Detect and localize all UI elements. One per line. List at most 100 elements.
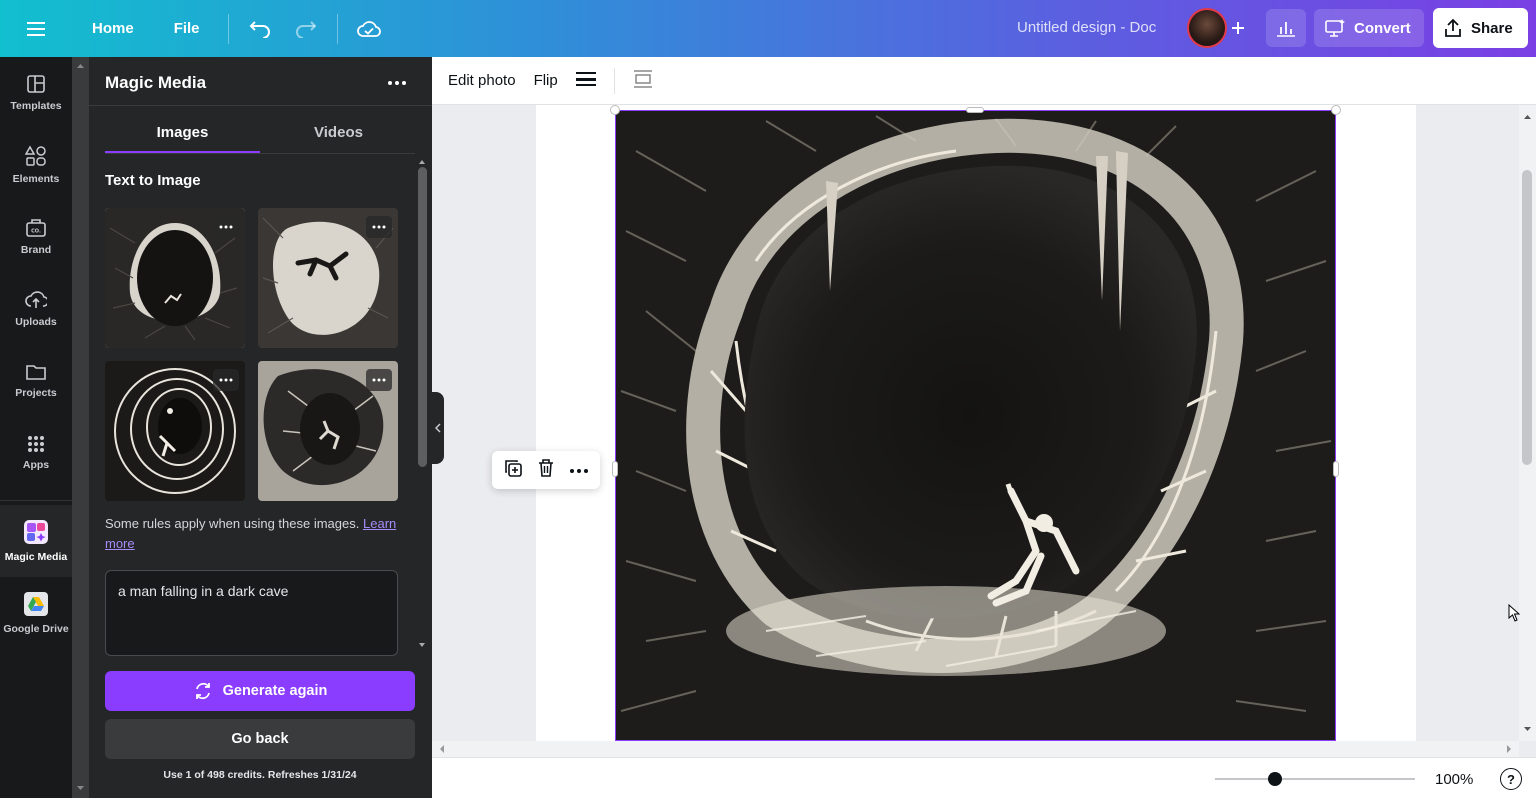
brand-icon: CO. — [26, 219, 46, 237]
more-options-icon[interactable] — [569, 461, 589, 479]
uploads-icon — [25, 291, 47, 308]
elements-icon — [25, 145, 46, 166]
divider — [227, 13, 229, 44]
share-upload-icon — [1445, 18, 1461, 37]
duplicate-icon[interactable] — [503, 458, 523, 483]
rail-label: Templates — [10, 100, 62, 112]
menu-icon[interactable] — [0, 0, 72, 57]
element-floating-toolbar — [492, 451, 600, 489]
usage-rules-text: Some rules apply when using these images… — [105, 514, 405, 554]
zoom-slider[interactable] — [1215, 778, 1415, 780]
generated-image-thumbnail-2[interactable] — [258, 208, 398, 348]
panel-title: Magic Media — [105, 73, 207, 92]
edit-photo-button[interactable]: Edit photo — [448, 72, 516, 89]
file-button[interactable]: File — [154, 12, 220, 45]
home-button[interactable]: Home — [72, 12, 154, 45]
scrollbar-thumb[interactable] — [418, 167, 427, 467]
divider — [89, 105, 432, 106]
resize-handle-top-right[interactable] — [1331, 105, 1341, 115]
magic-media-panel: Magic Media Images Videos Text to Image — [72, 57, 432, 798]
active-tab-indicator — [105, 151, 260, 153]
tab-videos[interactable]: Videos — [261, 124, 416, 141]
document-title[interactable]: Untitled design - Doc — [1017, 19, 1156, 36]
rail-item-brand[interactable]: CO. Brand — [0, 201, 72, 273]
scrollbar-thumb[interactable] — [1522, 170, 1532, 465]
rail-item-google-drive[interactable]: Google Drive — [0, 577, 72, 649]
generated-image-thumbnail-3[interactable] — [105, 361, 245, 501]
prompt-input[interactable]: a man falling in a dark cave — [105, 570, 398, 656]
panel-scrollbar[interactable] — [415, 157, 429, 652]
svg-text:CO.: CO. — [31, 229, 41, 235]
redo-icon[interactable] — [283, 9, 329, 49]
refresh-icon — [195, 682, 210, 700]
divider — [0, 500, 72, 501]
thumbnail-more-icon[interactable] — [213, 369, 239, 391]
credits-text: Use 1 of 498 credits. Refreshes 1/31/24 — [163, 769, 357, 781]
rail-scrollbar[interactable] — [72, 57, 89, 798]
convert-label: Convert — [1354, 19, 1411, 37]
rail-label: Magic Media — [4, 551, 68, 563]
footer-bar: 100% ? — [432, 757, 1536, 798]
thumbnail-more-icon[interactable] — [366, 216, 392, 238]
rail-item-apps[interactable]: Apps — [0, 417, 72, 489]
apps-icon — [28, 436, 44, 452]
left-rail: Templates Elements CO. Brand Uploads Pro… — [0, 57, 72, 798]
rail-label: Elements — [12, 173, 60, 185]
resize-handle-left[interactable] — [612, 461, 618, 477]
section-title: Text to Image — [105, 172, 201, 189]
generate-again-button[interactable]: Generate again — [105, 671, 415, 711]
rail-item-templates[interactable]: Templates — [0, 57, 72, 129]
zoom-value[interactable]: 100% — [1435, 771, 1473, 788]
thumbnail-more-icon[interactable] — [213, 216, 239, 238]
resize-handle-top[interactable] — [966, 107, 984, 113]
context-toolbar: Edit photo Flip — [432, 57, 1536, 105]
rail-item-magic-media[interactable]: Magic Media — [0, 505, 72, 577]
undo-icon[interactable] — [237, 9, 283, 49]
panel-more-icon[interactable] — [387, 73, 407, 98]
bar-chart-icon — [1277, 22, 1295, 37]
rail-label: Projects — [15, 387, 57, 399]
tab-images[interactable]: Images — [105, 124, 260, 141]
flip-button[interactable]: Flip — [534, 72, 558, 89]
zoom-slider-handle[interactable] — [1268, 772, 1282, 786]
google-drive-icon — [24, 592, 48, 616]
collapse-panel-button[interactable] — [432, 392, 444, 464]
generated-image-thumbnail-1[interactable] — [105, 208, 245, 348]
rail-label: Uploads — [15, 316, 57, 328]
position-icon[interactable] — [633, 69, 653, 92]
resize-handle-right[interactable] — [1333, 461, 1339, 477]
rail-item-uploads[interactable]: Uploads — [0, 273, 72, 345]
share-button[interactable]: Share — [1433, 8, 1528, 48]
rules-text: Some rules apply when using these images… — [105, 516, 360, 531]
border-style-icon[interactable] — [575, 71, 596, 91]
magic-media-icon — [24, 520, 48, 544]
rail-label: Apps — [22, 459, 50, 471]
canvas-horizontal-scrollbar[interactable] — [432, 741, 1519, 757]
plus-icon — [1232, 22, 1244, 34]
divider — [613, 67, 615, 94]
help-button[interactable]: ? — [1500, 768, 1522, 790]
divider — [336, 13, 338, 44]
generated-image-thumbnail-4[interactable] — [258, 361, 398, 501]
share-label: Share — [1471, 19, 1513, 37]
rail-label: Google Drive — [3, 623, 69, 635]
trash-icon[interactable] — [537, 458, 555, 483]
rail-label: Brand — [20, 244, 52, 256]
convert-button[interactable]: Convert — [1314, 9, 1424, 47]
insights-button[interactable] — [1266, 9, 1306, 47]
go-back-button[interactable]: Go back — [105, 719, 415, 759]
generate-label: Generate again — [222, 683, 328, 699]
resize-handle-top-left[interactable] — [610, 105, 620, 115]
selected-image[interactable] — [615, 110, 1336, 741]
divider — [105, 153, 415, 154]
mouse-cursor-icon — [1508, 603, 1521, 627]
cloud-saved-icon[interactable] — [346, 9, 392, 49]
avatar[interactable] — [1187, 8, 1227, 48]
canvas-vertical-scrollbar[interactable] — [1519, 105, 1536, 741]
add-collaborator-button[interactable] — [1224, 14, 1252, 42]
rail-item-projects[interactable]: Projects — [0, 345, 72, 417]
projects-icon — [26, 365, 46, 380]
rail-item-elements[interactable]: Elements — [0, 129, 72, 201]
templates-icon — [27, 75, 45, 93]
thumbnail-more-icon[interactable] — [366, 369, 392, 391]
